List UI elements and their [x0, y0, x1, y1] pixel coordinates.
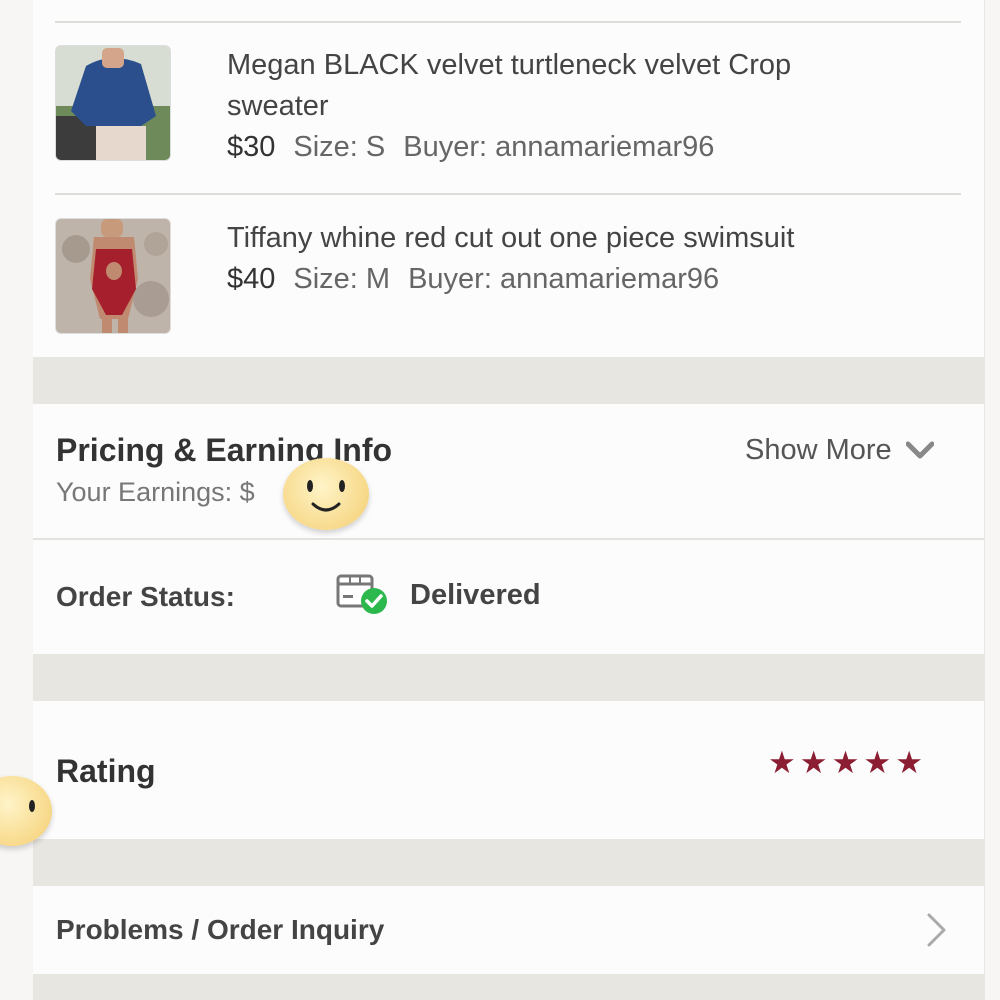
chevron-down-icon: [905, 441, 934, 458]
show-more-label: Show More: [745, 434, 892, 466]
order-status-value: Delivered: [410, 579, 541, 611]
item-thumbnail[interactable]: [55, 218, 171, 334]
star-icon: ★: [895, 745, 923, 780]
item-divider: [55, 193, 961, 195]
pricing-section: [33, 404, 984, 538]
item-price: $40: [227, 263, 276, 295]
item-meta: $30 Size: S Buyer: annamariemar96: [227, 127, 714, 168]
chevron-right-icon[interactable]: [926, 912, 948, 953]
smiley-face-icon: [0, 776, 52, 846]
item-title-line2: sweater: [227, 90, 329, 122]
item-title: Megan BLACK velvet turtleneck velvet Cro…: [227, 45, 927, 127]
red-swimsuit-photo: [56, 219, 170, 333]
item-buyer: Buyer: annamariemar96: [403, 131, 715, 163]
item-size: Size: M: [293, 263, 391, 295]
item-buyer: Buyer: annamariemar96: [408, 263, 720, 295]
show-more-button[interactable]: Show More: [745, 434, 934, 467]
item-title: Tiffany whine red cut out one piece swim…: [227, 218, 927, 259]
smiley-face-icon: [283, 458, 369, 530]
rating-label: Rating: [56, 753, 156, 789]
rating-stars: ★ ★ ★ ★ ★: [768, 746, 923, 780]
item-title-line1: Megan BLACK velvet turtleneck velvet Cro…: [227, 49, 792, 81]
item-title-line1: Tiffany whine red cut out one piece swim…: [227, 222, 795, 254]
right-edge: [984, 0, 1000, 1000]
problems-label: Problems / Order Inquiry: [56, 914, 385, 945]
package-delivered-icon: [336, 568, 392, 621]
section-gap: [33, 357, 984, 404]
star-icon: ★: [831, 745, 860, 780]
star-icon: ★: [768, 745, 796, 780]
bottom-gap: [33, 974, 984, 1000]
star-icon: ★: [799, 745, 828, 780]
section-gap: [33, 654, 984, 701]
section-gap: [33, 839, 984, 886]
top-divider: [55, 21, 961, 23]
item-price: $30: [227, 131, 276, 163]
item-size: Size: S: [293, 131, 386, 163]
order-status-label: Order Status:: [56, 581, 235, 612]
blue-sweater-photo: [56, 46, 170, 160]
item-thumbnail[interactable]: [55, 45, 171, 161]
star-icon: ★: [863, 745, 892, 780]
item-meta: $40 Size: M Buyer: annamariemar96: [227, 259, 719, 300]
left-edge: [0, 0, 33, 1000]
earnings-label: Your Earnings: $: [56, 477, 255, 507]
